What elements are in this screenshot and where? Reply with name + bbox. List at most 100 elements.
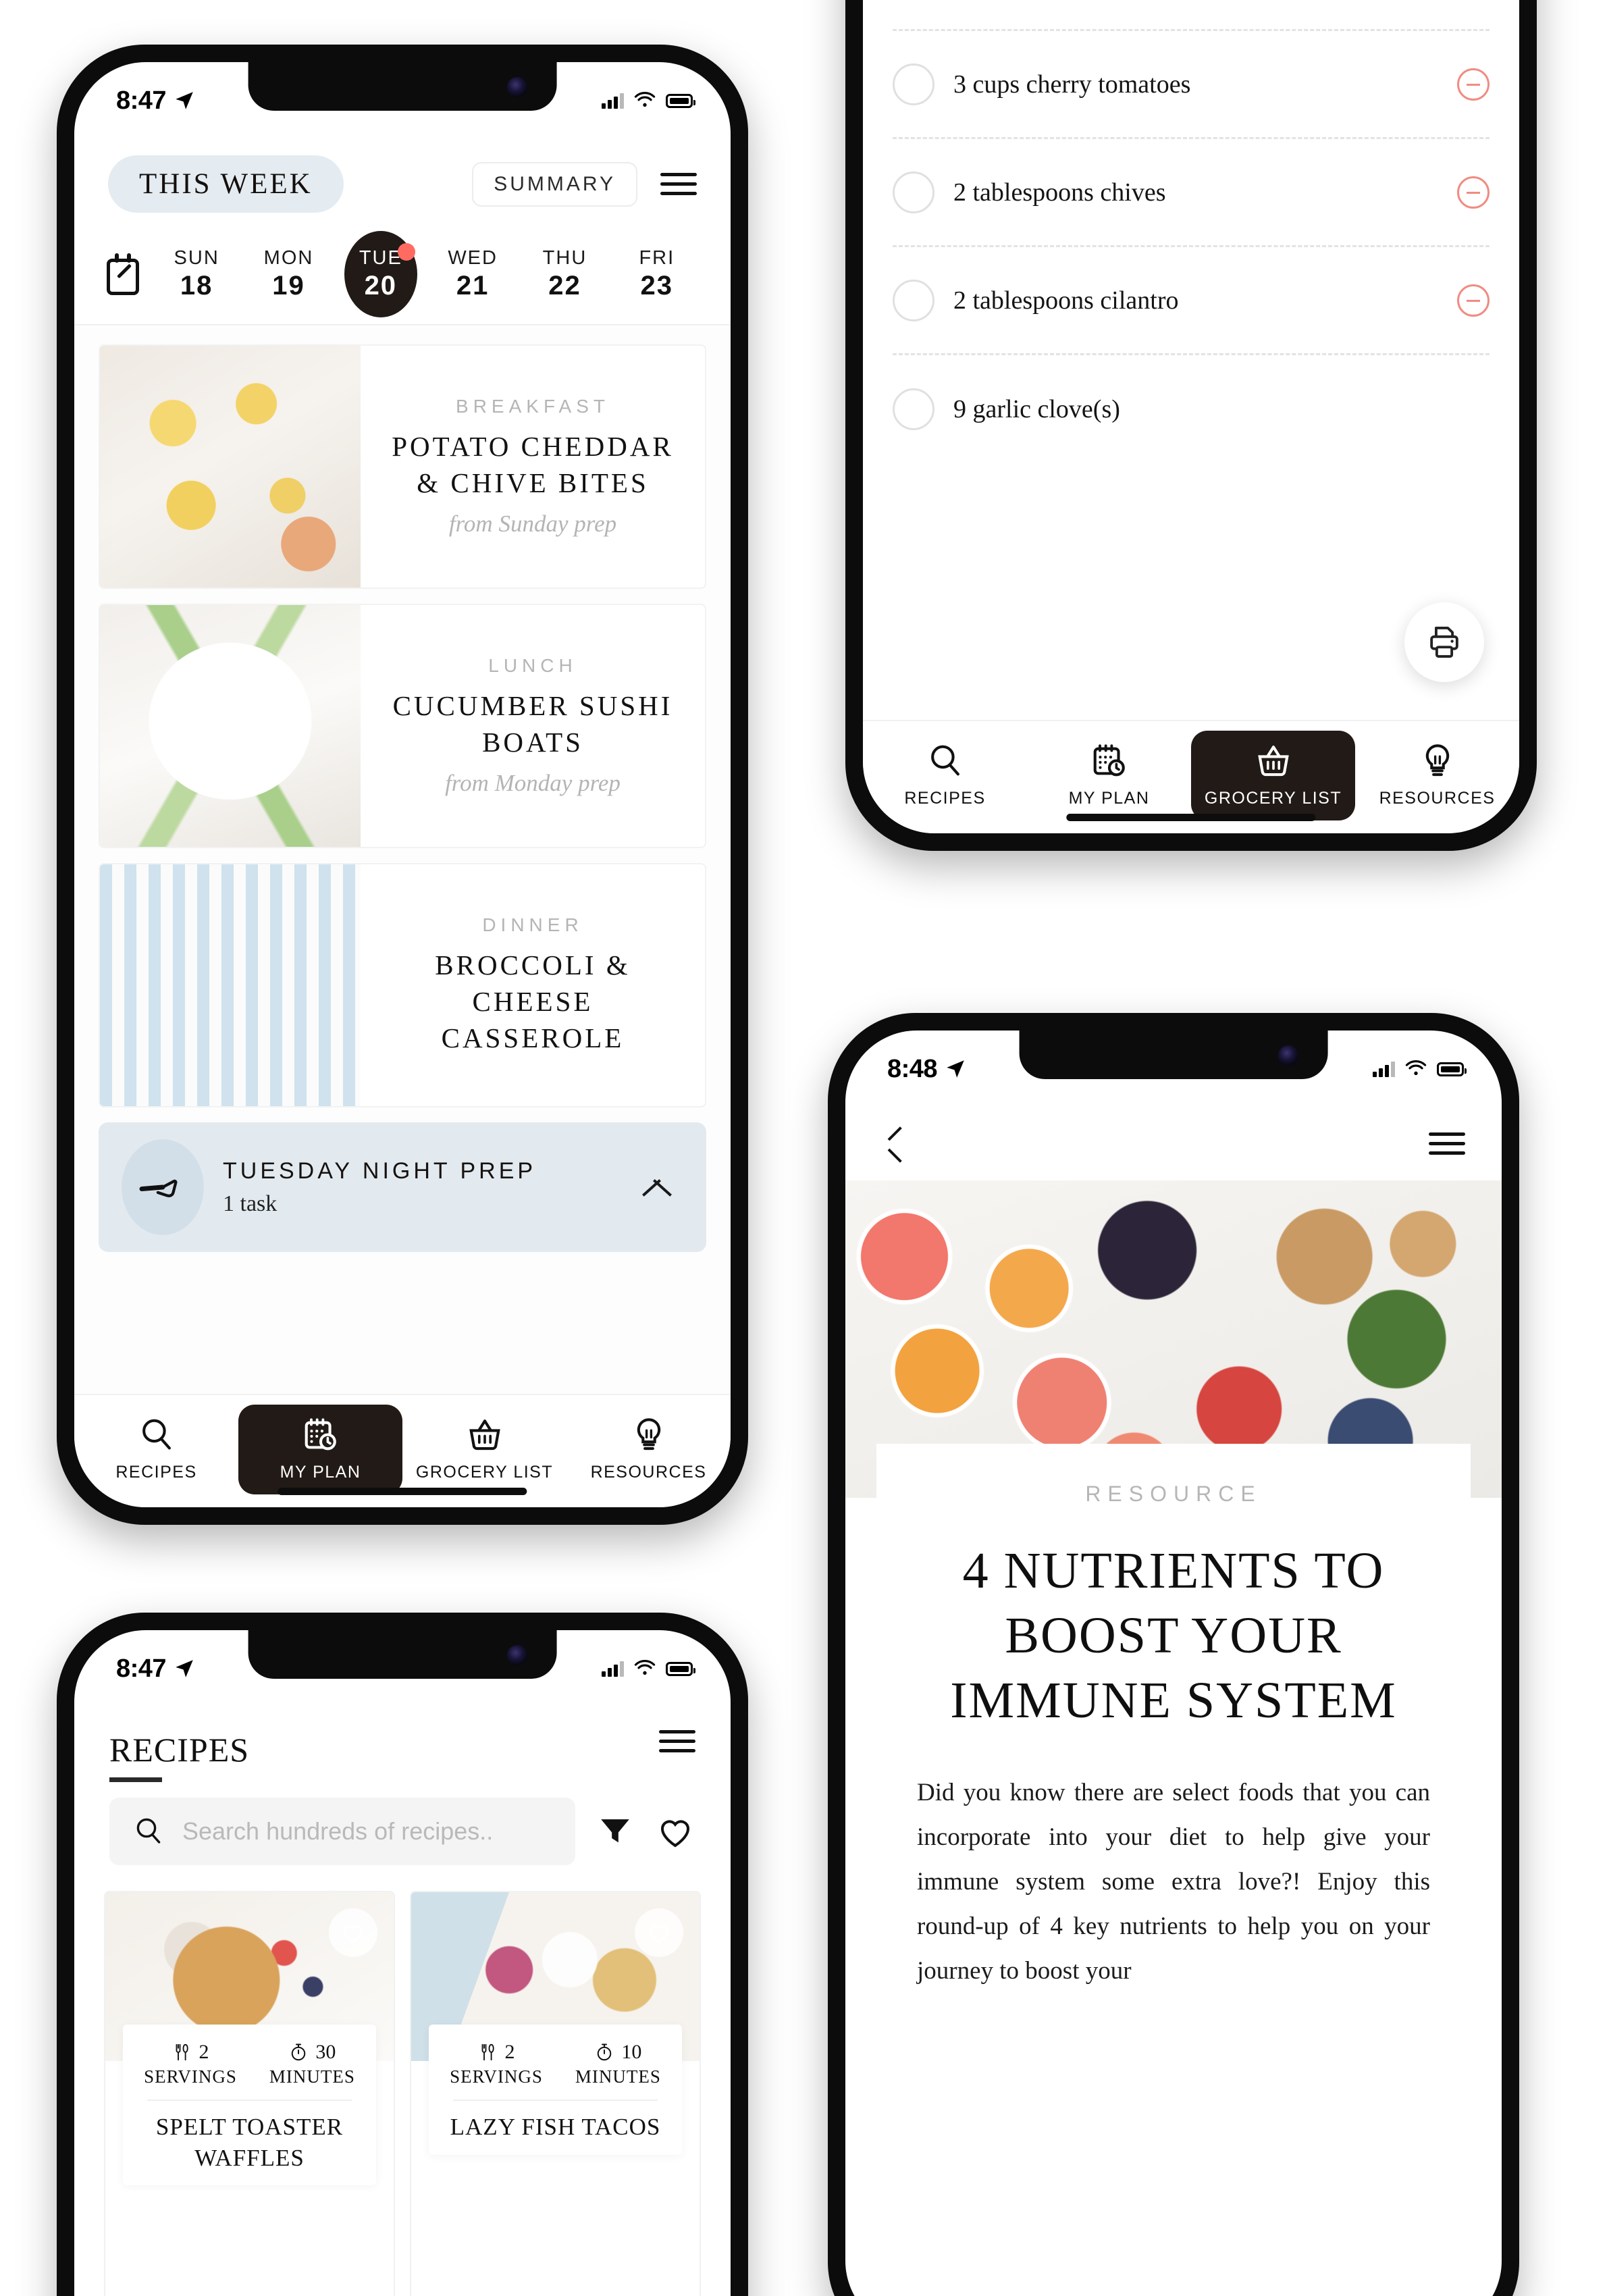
day-thu[interactable]: THU 22 <box>521 247 608 301</box>
recipe-info: 2 SERVINGS 30 MINUTES SPELT TOASTER WAFF… <box>123 2025 376 2185</box>
basket-icon <box>1257 746 1289 777</box>
tab-recipes[interactable]: RECIPES <box>74 1405 238 1494</box>
minus-circle-icon[interactable] <box>1457 68 1490 101</box>
chevron-up-icon[interactable] <box>641 1172 673 1203</box>
resource-nav <box>845 1095 1502 1155</box>
knife-icon <box>139 1179 178 1197</box>
grocery-row[interactable]: 9 garlic clove(s) <box>893 355 1490 463</box>
plan-header: THIS WEEK SUMMARY <box>74 127 731 213</box>
search-input[interactable] <box>182 1817 552 1846</box>
front-camera-icon <box>1277 1045 1298 1066</box>
day-number: 21 <box>456 270 490 301</box>
front-camera-icon <box>506 1645 527 1665</box>
search-field-wrapper[interactable] <box>109 1798 575 1865</box>
basket-icon <box>469 1419 500 1451</box>
search-icon <box>930 745 959 776</box>
this-week-pill[interactable]: THIS WEEK <box>108 155 344 213</box>
print-button[interactable] <box>1404 602 1484 682</box>
summary-button[interactable]: SUMMARY <box>472 161 637 207</box>
prep-banner[interactable]: TUESDAY NIGHT PREP 1 task <box>99 1122 706 1252</box>
prep-title: TUESDAY NIGHT PREP <box>223 1157 537 1184</box>
grocery-row[interactable]: 2 tablespoons chives <box>893 139 1490 247</box>
favorite-toggle[interactable] <box>635 1908 683 1957</box>
lightbulb-icon <box>1425 744 1449 777</box>
wifi-icon <box>634 92 656 107</box>
hamburger-menu-icon[interactable] <box>660 173 697 195</box>
tab-resources[interactable]: RESOURCES <box>1355 731 1519 820</box>
day-wed[interactable]: WED 21 <box>429 247 517 301</box>
tab-grocery-list[interactable]: GROCERY LIST <box>1191 731 1355 820</box>
tab-my-plan[interactable]: MY PLAN <box>238 1405 402 1494</box>
meal-name: CUCUMBER SUSHI BOATS <box>392 689 673 758</box>
screen-my-plan: 8:47 THIS WEEK SUMMARY SUN 18 MON 19 TUE… <box>74 62 731 1507</box>
tab-my-plan[interactable]: MY PLAN <box>1027 731 1191 820</box>
location-arrow-icon <box>176 92 193 109</box>
meal-name: BROCCOLI & CHEESE CASSEROLE <box>435 949 631 1054</box>
grocery-item-text: 9 garlic clove(s) <box>953 395 1120 423</box>
day-mon[interactable]: MON 19 <box>244 247 332 301</box>
recipes-search-row <box>74 1798 731 1865</box>
tab-resources[interactable]: RESOURCES <box>567 1405 731 1494</box>
favorite-toggle[interactable] <box>329 1908 377 1957</box>
minus-circle-icon[interactable] <box>1457 284 1490 317</box>
day-tue-selected[interactable]: TUE 20 <box>337 231 425 317</box>
recipe-card[interactable]: 2 SERVINGS 30 MINUTES SPELT TOASTER WAFF… <box>104 1891 395 2296</box>
hamburger-menu-icon[interactable] <box>659 1730 695 1752</box>
grocery-checkbox[interactable] <box>893 388 934 430</box>
day-number: 19 <box>272 270 305 301</box>
day-name: THU <box>542 247 587 269</box>
calendar-clock-icon <box>1093 744 1125 777</box>
servings-label: SERVINGS <box>144 2066 237 2087</box>
tab-recipes[interactable]: RECIPES <box>863 731 1027 820</box>
recipes-card-grid: 2 SERVINGS 30 MINUTES SPELT TOASTER WAFF… <box>74 1891 731 2296</box>
screen-resource: 8:48 RESOURCE 4 NUTRIENTS TO BOOST YOUR … <box>845 1030 1502 2296</box>
day-selector-strip[interactable]: SUN 18 MON 19 TUE 20 WED 21 THU 22 FRI 2… <box>74 224 731 325</box>
day-sun[interactable]: SUN 18 <box>153 247 240 301</box>
grocery-checkbox[interactable] <box>893 171 934 213</box>
back-chevron-icon[interactable] <box>882 1132 905 1155</box>
tab-label: RECIPES <box>115 1463 197 1482</box>
servings-meta: 2 SERVINGS <box>144 2041 237 2087</box>
minutes-label: MINUTES <box>575 2066 661 2087</box>
cellular-signal-icon <box>1373 1061 1395 1077</box>
hamburger-menu-icon[interactable] <box>1429 1132 1465 1155</box>
heart-icon <box>649 1925 669 1943</box>
meal-card-lunch[interactable]: LUNCH CUCUMBER SUSHI BOATS from Monday p… <box>99 604 706 848</box>
meal-type-label: LUNCH <box>488 654 577 676</box>
day-fri[interactable]: FRI 23 <box>613 247 701 301</box>
meal-card-breakfast[interactable]: BREAKFAST POTATO CHEDDAR & CHIVE BITES f… <box>99 344 706 589</box>
lightbulb-icon <box>637 1418 660 1451</box>
page-title: RECIPES <box>109 1731 250 1769</box>
tab-label: RECIPES <box>904 789 986 808</box>
minutes-meta: 30 MINUTES <box>269 2041 355 2087</box>
grocery-checkbox[interactable] <box>893 279 934 321</box>
tab-grocery-list[interactable]: GROCERY LIST <box>402 1405 567 1494</box>
heart-icon <box>343 1925 363 1943</box>
meal-card-dinner[interactable]: DINNER BROCCOLI & CHEESE CASSEROLE <box>99 863 706 1107</box>
phone-resource-article: 8:48 RESOURCE 4 NUTRIENTS TO BOOST YOUR … <box>820 1005 1527 2296</box>
wifi-icon <box>634 1660 656 1675</box>
minus-circle-icon[interactable] <box>1457 176 1490 209</box>
status-time: 8:47 <box>116 1654 167 1683</box>
tab-label: MY PLAN <box>1068 789 1150 808</box>
grocery-row[interactable]: 3 cups cherry tomatoes <box>893 31 1490 139</box>
tab-label: RESOURCES <box>590 1463 707 1482</box>
phone-grocery-list: ¹⁄₂ lbs baby bok choy 3 banana(s) 2 tabl… <box>837 0 1545 859</box>
prep-icon-circle <box>122 1139 204 1235</box>
grocery-row[interactable]: 2 tablespoons cilantro <box>893 247 1490 355</box>
home-indicator <box>278 1488 527 1495</box>
grocery-row[interactable]: 2 cups broccoli florets <box>893 0 1490 31</box>
calendar-edit-icon[interactable] <box>104 253 142 295</box>
tab-label: GROCERY LIST <box>415 1463 554 1482</box>
resource-kicker: RESOURCE <box>1085 1482 1262 1506</box>
minutes-meta: 10 MINUTES <box>575 2041 661 2087</box>
servings-label: SERVINGS <box>450 2066 543 2087</box>
heart-icon[interactable] <box>655 1811 695 1852</box>
grocery-checkbox[interactable] <box>893 63 934 105</box>
filter-icon[interactable] <box>596 1812 635 1851</box>
status-time: 8:47 <box>116 86 167 115</box>
day-number: 20 <box>364 270 398 301</box>
phone-recipes: 8:47 RECIPES Search hundreds of recipes.… <box>49 1604 756 2296</box>
minutes-label: MINUTES <box>269 2066 355 2087</box>
recipe-card[interactable]: 2 SERVINGS 10 MINUTES LAZY FISH TACOS <box>410 1891 701 2296</box>
